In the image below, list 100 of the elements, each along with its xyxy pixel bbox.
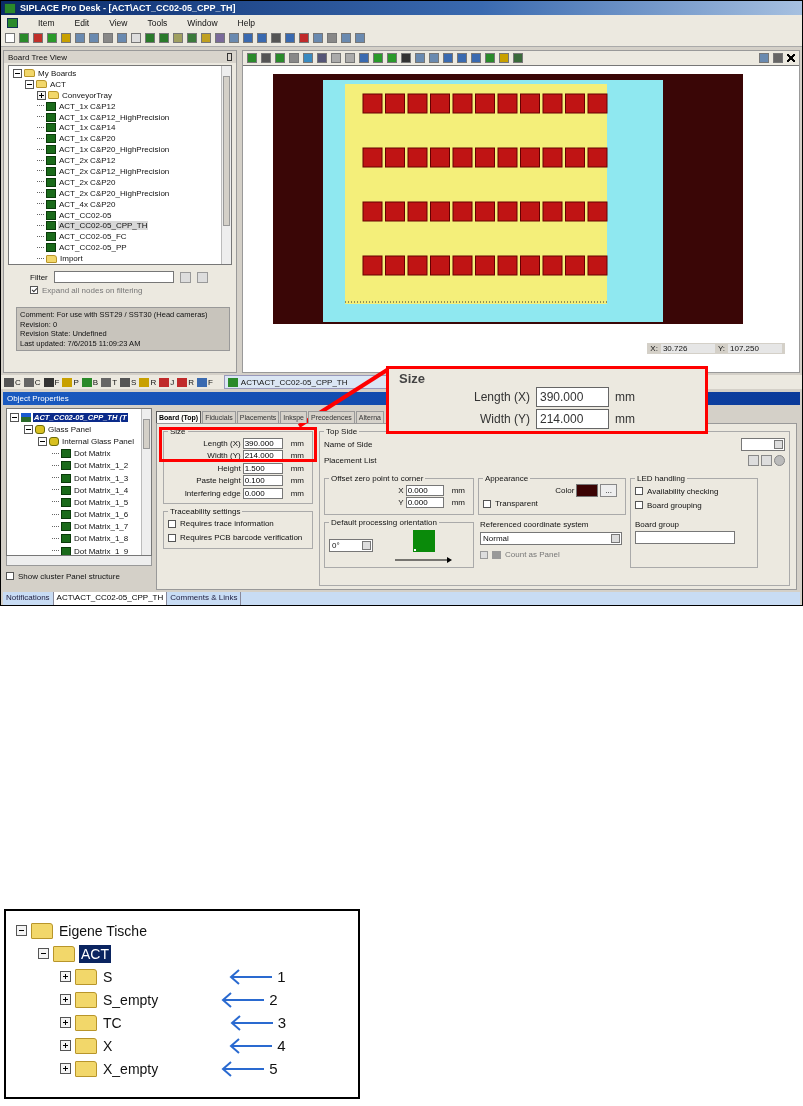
field-label: Y (398, 498, 404, 508)
expand-toggle[interactable] (60, 1017, 71, 1028)
group-title: Traceability settings (169, 506, 242, 516)
menu-item[interactable]: Help (237, 17, 256, 28)
tree-item[interactable]: ACT_CC02-05 (58, 210, 113, 220)
pin-icon[interactable] (227, 53, 232, 61)
number-field[interactable]: 0.100 (242, 475, 283, 487)
tree-item[interactable]: Dot Matrix_1_6 (73, 510, 130, 520)
callout-number: 3 (277, 1014, 286, 1031)
unit-label: mm (290, 488, 304, 498)
tree-item[interactable]: ACT (49, 79, 67, 89)
number-field[interactable]: 0.000 (405, 497, 444, 509)
tree-item[interactable]: ConveyorTray (61, 90, 113, 100)
expand-toggle[interactable] (25, 79, 34, 89)
tree-item[interactable]: Internal Glass Panel (61, 436, 136, 446)
checkbox[interactable] (168, 533, 176, 542)
tab[interactable]: ACT\ACT_CC02-05_CPP_TH (53, 592, 168, 605)
tree-item[interactable]: X (101, 1036, 115, 1055)
checkbox-label: Transparent (495, 499, 538, 508)
color-swatch[interactable] (576, 483, 599, 497)
checkbox[interactable] (483, 499, 491, 508)
filter-field[interactable] (53, 271, 174, 283)
expand-toggle[interactable] (24, 424, 33, 434)
tree-item[interactable]: Dot Matrix (73, 449, 112, 459)
tree-item[interactable]: ACT_1x C&P14 (58, 123, 117, 133)
tree-item[interactable]: ACT_2x C&P20_HighPrecision (58, 188, 171, 198)
tree-item[interactable]: X_empty (101, 1059, 161, 1078)
tree-item[interactable]: ACT_1x C&P12_HighPrecision (58, 112, 171, 122)
tree-item[interactable]: Glass Panel (47, 424, 93, 434)
expand-toggle[interactable] (10, 412, 19, 422)
menu-item[interactable]: View (109, 17, 128, 28)
orientation-dropdown[interactable]: 0° (329, 539, 373, 552)
expand-toggle[interactable] (13, 68, 22, 78)
app-icon[interactable] (7, 17, 18, 28)
expand-toggle[interactable] (38, 436, 47, 446)
scrollbar[interactable] (6, 556, 152, 566)
tree-item[interactable]: Dot Matrix_1_8 (73, 534, 130, 544)
tree-item[interactable]: Dot Matrix_1_5 (73, 497, 130, 507)
tab[interactable]: Notifications (3, 592, 54, 605)
tree-item[interactable]: ACT_4x C&P20 (58, 199, 117, 209)
expand-toggle[interactable] (60, 1040, 71, 1051)
unit-label: mm (615, 412, 635, 426)
scrollbar[interactable] (141, 409, 151, 555)
field-label: Board group (635, 520, 681, 529)
tree-item[interactable]: Dot Matrix_1_4 (73, 485, 130, 495)
tree-item[interactable]: Import (59, 254, 84, 264)
expand-toggle[interactable] (38, 948, 49, 959)
checkbox-label: Show cluster Panel structure (18, 571, 120, 581)
tree-item[interactable]: My Boards (37, 68, 78, 78)
expand-toggle[interactable] (37, 90, 46, 100)
expand-toggle[interactable] (16, 925, 27, 936)
tree-item[interactable]: ACT (79, 944, 111, 963)
tree-item[interactable]: TC (101, 1013, 124, 1032)
number-field[interactable]: 214.000 (242, 450, 283, 462)
tree-item[interactable]: ACT_2x C&P12 (58, 156, 117, 166)
tree-item[interactable]: ACT_CC02-05_PP (58, 243, 128, 253)
close-icon[interactable] (787, 54, 795, 62)
tab[interactable]: Comments & Links (167, 592, 242, 605)
callout-arrow (221, 991, 266, 1008)
tree-item[interactable]: Dot Matrix_1_7 (73, 522, 130, 532)
checkbox[interactable] (635, 501, 643, 509)
tree-item[interactable]: Dot Matrix_1_3 (73, 473, 130, 483)
dropdown[interactable] (741, 437, 785, 451)
tree-item[interactable]: ACT_1x C&P12 (58, 101, 117, 111)
number-field[interactable]: 0.000 (242, 487, 283, 499)
tree-item[interactable]: Dot Matrix_1_2 (73, 461, 130, 471)
menu-item[interactable]: Item (38, 17, 55, 28)
tree-item[interactable]: Eigene Tische (57, 921, 149, 940)
tree-item[interactable]: Dot Matrix_1_9 (73, 546, 130, 555)
tree-item[interactable]: ACT_CC02-05_FC (58, 232, 128, 242)
checkbox[interactable] (168, 519, 176, 528)
tree-item[interactable]: ACT_CC02-05_CPP_TH (58, 221, 149, 231)
number-field[interactable]: 1.500 (242, 462, 283, 474)
number-field[interactable]: 390.000 (242, 437, 283, 449)
tree-item[interactable]: ACT_1x C&P20_HighPrecision (58, 145, 171, 155)
expand-toggle[interactable] (60, 994, 71, 1005)
checkbox[interactable] (635, 487, 643, 495)
unit-label: mm (451, 498, 465, 508)
field-label: Length (X) (473, 390, 530, 404)
coordinate-system-dropdown[interactable]: Normal (480, 531, 622, 545)
scrollbar[interactable] (221, 66, 231, 264)
field-label: Paste height (196, 476, 241, 486)
expand-toggle[interactable] (60, 971, 71, 982)
tree-item[interactable]: ACT_2x C&P12_HighPrecision (58, 166, 171, 176)
tree-item[interactable]: S_empty (101, 990, 161, 1009)
expand-toggle[interactable] (60, 1063, 71, 1074)
menu-item[interactable]: Window (187, 17, 218, 28)
tree-item[interactable]: ACT_2x C&P20 (58, 177, 117, 187)
checkbox[interactable] (6, 572, 14, 580)
tree-item[interactable]: ACT_1x C&P20 (58, 134, 117, 144)
tree-item[interactable]: S (101, 967, 115, 986)
number-field[interactable]: 0.000 (405, 484, 444, 496)
callout-arrow (229, 1014, 274, 1031)
delete-icon[interactable] (774, 454, 785, 466)
color-picker-button[interactable]: ... (600, 483, 617, 497)
document-tab[interactable]: ACT\ACT_CC02-05_CPP_TH (223, 375, 389, 389)
menu-item[interactable]: Tools (147, 17, 168, 28)
checkbox[interactable] (30, 286, 38, 294)
menu-item[interactable]: Edit (74, 17, 90, 28)
text-field[interactable] (635, 531, 735, 544)
